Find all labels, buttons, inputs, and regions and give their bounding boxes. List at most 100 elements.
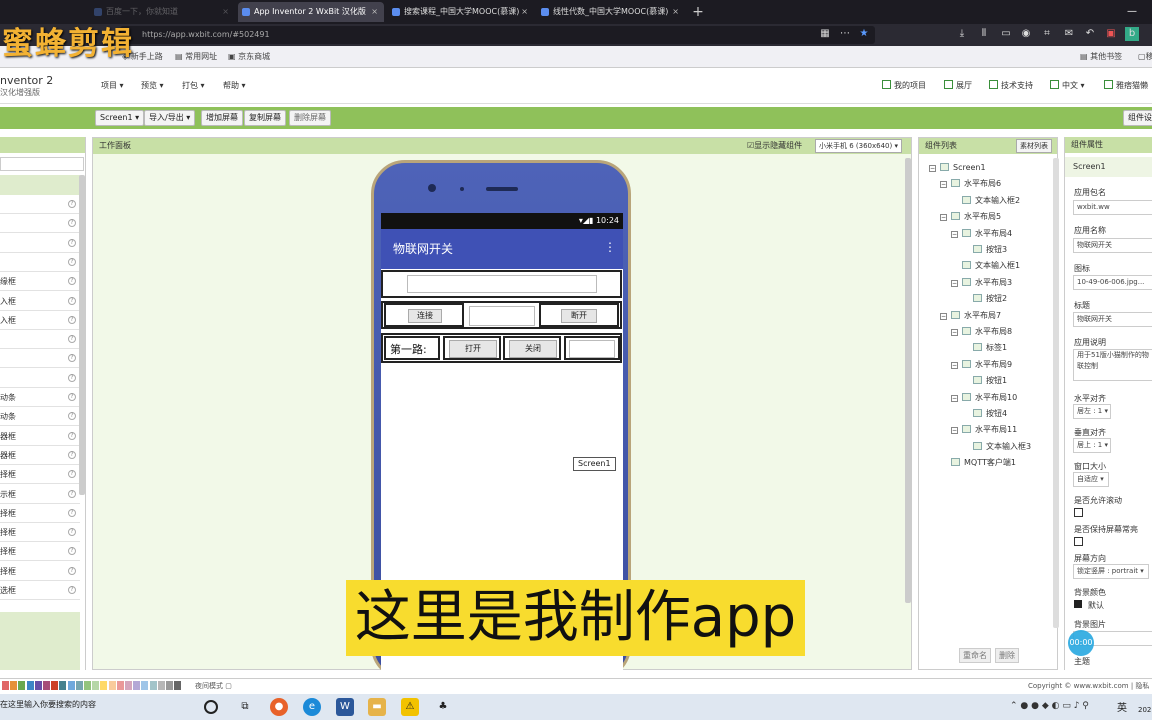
help-icon[interactable]: ? xyxy=(68,219,76,228)
color-swatch[interactable] xyxy=(67,681,75,690)
close-icon[interactable]: × xyxy=(521,2,528,22)
horizontal-layout-4[interactable]: 连接 xyxy=(384,303,464,327)
bing-icon[interactable]: b xyxy=(1125,27,1139,41)
palette-item[interactable]: 器框? xyxy=(0,427,80,446)
palette-item[interactable]: 择框? xyxy=(0,523,80,543)
help-icon[interactable]: ? xyxy=(68,547,76,556)
color-swatch[interactable] xyxy=(100,681,108,690)
palette-item[interactable]: 示框? xyxy=(0,485,80,504)
horizontal-layout-10[interactable]: 关闭 xyxy=(503,336,561,360)
device-select[interactable]: 小米手机 6 (360x640) ▾ xyxy=(815,139,902,153)
color-swatch[interactable] xyxy=(166,681,173,690)
connect-button[interactable]: 连接 xyxy=(408,309,442,323)
extension-icon[interactable]: ▣ xyxy=(1104,27,1118,41)
color-swatch[interactable] xyxy=(174,681,182,690)
help-icon[interactable]: ? xyxy=(68,200,76,208)
help-icon[interactable]: ? xyxy=(68,566,76,575)
horizontal-layout-7[interactable]: 第一路: 打开 关闭 xyxy=(381,333,622,363)
file-explorer-icon[interactable]: ▬ xyxy=(368,698,386,716)
undo-icon[interactable]: ↶ xyxy=(1083,27,1097,41)
tree-node[interactable]: − Screen1 xyxy=(929,162,986,174)
help-icon[interactable]: ? xyxy=(68,528,76,537)
word-icon[interactable]: W xyxy=(336,698,354,716)
horizontal-layout-11[interactable] xyxy=(564,336,620,360)
tree-node[interactable]: 文本输入框2 xyxy=(951,195,1020,207)
add-screen-button[interactable]: 增加屏幕 xyxy=(201,110,243,126)
help-icon[interactable]: ? xyxy=(68,508,76,517)
clock-year[interactable]: 202 xyxy=(1138,706,1151,714)
collapse-toggle-icon[interactable]: − xyxy=(940,214,947,222)
scrollable-checkbox[interactable] xyxy=(1074,508,1083,517)
description-field[interactable]: 用于51版小猫制作的物联控制 xyxy=(1073,349,1152,381)
color-swatch[interactable] xyxy=(125,681,132,690)
help-icon[interactable]: ? xyxy=(68,393,76,401)
window-size-select[interactable]: 自适应 ▾ xyxy=(1073,472,1109,487)
palette-item[interactable]: 缘框? xyxy=(0,272,80,292)
close-icon[interactable]: × xyxy=(222,2,229,22)
tree-node[interactable]: 按钮1 xyxy=(962,375,1007,387)
menu-user[interactable]: 雅痞猫懒 xyxy=(1104,80,1148,91)
bookmark-mobile[interactable]: ▢移 xyxy=(1138,50,1152,64)
palette-item[interactable]: 动条? xyxy=(0,388,80,407)
collapse-toggle-icon[interactable]: − xyxy=(951,329,958,336)
palette-item[interactable]: ? xyxy=(0,369,80,388)
input-language[interactable]: 英 xyxy=(1117,699,1127,714)
collapse-toggle-icon[interactable]: − xyxy=(951,230,958,238)
palette-category-footer[interactable] xyxy=(0,612,80,670)
palette-item[interactable]: ? xyxy=(0,214,80,234)
more-icon[interactable]: ⋯ xyxy=(838,27,852,41)
color-swatch[interactable] xyxy=(59,681,67,690)
palette-item[interactable]: 入框? xyxy=(0,292,80,311)
menu-support[interactable]: 技术支持 xyxy=(989,80,1033,91)
help-icon[interactable]: ? xyxy=(68,586,76,594)
halign-select[interactable]: 居左 : 1 ▾ xyxy=(1073,404,1111,419)
help-icon[interactable]: ? xyxy=(68,257,76,266)
color-swatch[interactable] xyxy=(149,681,157,690)
tree-node[interactable]: − 水平布局10 xyxy=(951,392,1017,404)
icon-field[interactable]: 10-49-06-006.jpg... xyxy=(1073,275,1152,290)
help-icon[interactable]: ? xyxy=(68,373,76,382)
star-icon[interactable]: ★ xyxy=(857,27,871,41)
collapse-toggle-icon[interactable]: − xyxy=(940,181,947,189)
tree-node[interactable]: MQTT客户端1 xyxy=(940,457,1016,469)
tree-scrollbar[interactable] xyxy=(1053,158,1059,628)
screen-select[interactable]: Screen1 ▾ xyxy=(95,110,145,126)
help-icon[interactable]: ? xyxy=(68,296,76,305)
color-swatch[interactable] xyxy=(133,681,141,690)
text-input-2[interactable] xyxy=(407,275,597,293)
import-export-button[interactable]: 导入/导出 ▾ xyxy=(144,110,196,126)
app-package-field[interactable]: wxbit.ww xyxy=(1073,200,1152,215)
valign-select[interactable]: 居上 : 1 ▾ xyxy=(1073,438,1111,453)
help-icon[interactable]: ? xyxy=(68,470,76,479)
task-view-icon[interactable]: ⧉ xyxy=(236,698,254,716)
bookmark-common[interactable]: ▤ 常用网址 xyxy=(175,50,217,64)
tree-node[interactable]: 文本输入框1 xyxy=(951,260,1020,272)
orientation-select[interactable]: 锁定竖屏 : portrait ▾ xyxy=(1073,564,1149,579)
help-icon[interactable]: ? xyxy=(68,277,76,286)
qq-icon[interactable]: ♣ xyxy=(434,698,452,716)
color-swatch[interactable] xyxy=(92,681,100,690)
color-swatch[interactable] xyxy=(18,681,26,690)
reader-icon[interactable]: ▦ xyxy=(818,27,832,41)
color-swatch[interactable] xyxy=(34,681,42,690)
palette-item[interactable]: 择框? xyxy=(0,465,80,485)
palette-item[interactable]: ? xyxy=(0,349,80,369)
minimize-icon[interactable]: — xyxy=(1112,0,1152,24)
tree-node[interactable]: − 水平布局9 xyxy=(951,359,1012,371)
library-icon[interactable]: ⫴ xyxy=(977,27,991,41)
palette-scrollbar[interactable] xyxy=(79,175,85,495)
text-input-3[interactable] xyxy=(569,340,615,358)
tree-node[interactable]: − 水平布局3 xyxy=(951,277,1012,289)
menu-my-projects[interactable]: 我的项目 xyxy=(882,80,926,91)
collapse-toggle-icon[interactable]: − xyxy=(951,361,958,369)
help-icon[interactable]: ? xyxy=(68,315,76,324)
horizontal-layout-3[interactable]: 断开 xyxy=(539,303,619,327)
palette-item[interactable]: ? xyxy=(0,330,80,350)
color-swatch[interactable] xyxy=(108,681,116,690)
help-icon[interactable]: ? xyxy=(68,354,76,363)
cortana-icon[interactable] xyxy=(204,700,218,714)
color-swatch[interactable] xyxy=(26,681,34,690)
app-icon[interactable]: ⚠ xyxy=(401,698,419,716)
horizontal-layout-9[interactable]: 打开 xyxy=(443,336,501,360)
color-swatch[interactable] xyxy=(141,681,149,690)
